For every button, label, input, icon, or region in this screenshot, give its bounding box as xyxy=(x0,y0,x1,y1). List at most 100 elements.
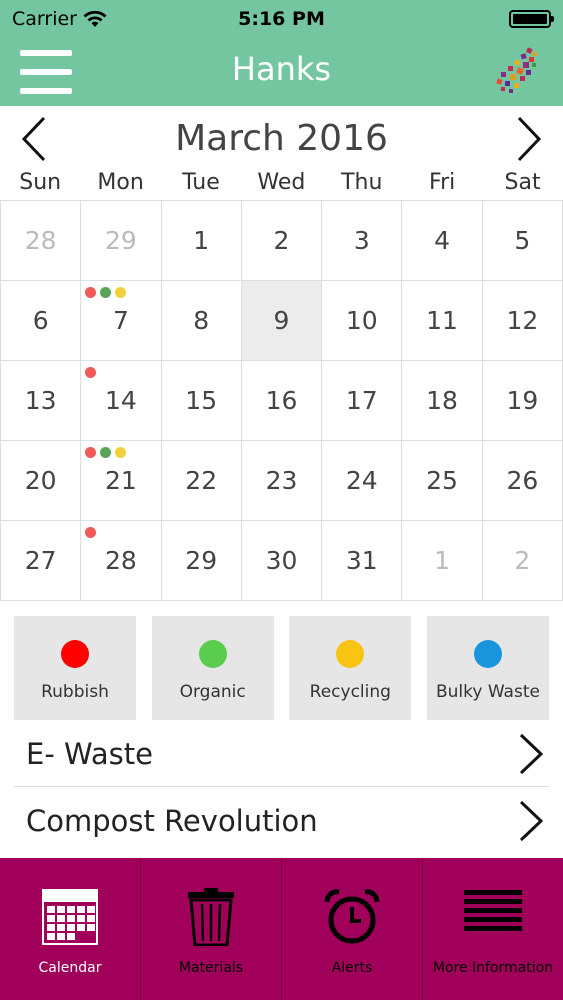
calendar-day[interactable]: 23 xyxy=(241,441,323,521)
calendar-day[interactable]: 20 xyxy=(1,441,82,521)
calendar-day[interactable]: 12 xyxy=(482,281,563,361)
day-number: 15 xyxy=(185,386,218,415)
compost-revolution-row[interactable]: Compost Revolution xyxy=(14,788,549,854)
calendar-day[interactable]: 27 xyxy=(1,521,82,601)
calendar-day[interactable]: 31 xyxy=(322,521,403,601)
legend-item-rubbish[interactable]: Rubbish xyxy=(14,616,136,720)
calendar-day[interactable]: 1 xyxy=(402,521,483,601)
collection-dot xyxy=(85,287,97,298)
weekday-label: Fri xyxy=(429,170,456,195)
calendar-day[interactable]: 8 xyxy=(161,281,242,361)
day-number: 10 xyxy=(345,306,378,335)
nav-title: Hanks xyxy=(231,50,332,88)
calendar-day[interactable]: 11 xyxy=(402,281,483,361)
collection-dots xyxy=(85,367,97,378)
collection-dots xyxy=(85,287,127,298)
month-header: March 2016 xyxy=(0,108,563,170)
day-number: 30 xyxy=(265,546,298,575)
day-number: 26 xyxy=(506,466,539,495)
day-number: 20 xyxy=(24,466,57,495)
calendar-day[interactable]: 2 xyxy=(482,521,563,601)
day-number: 1 xyxy=(193,226,210,255)
calendar-day[interactable]: 17 xyxy=(322,361,403,441)
legend-item-organic[interactable]: Organic xyxy=(151,616,274,720)
brand-logo-icon xyxy=(496,47,537,93)
calendar-day-today[interactable]: 9 xyxy=(241,281,323,361)
day-number: 11 xyxy=(426,306,458,335)
tab-calendar-label: Calendar xyxy=(38,960,102,976)
calendar-day[interactable]: 30 xyxy=(241,521,323,601)
day-number: 14 xyxy=(105,386,137,415)
day-number: 23 xyxy=(265,466,298,495)
day-number: 2 xyxy=(514,546,531,575)
day-number: 1 xyxy=(434,546,451,575)
tab-alerts-label: Alerts xyxy=(331,960,373,976)
legend-label: Recycling xyxy=(309,682,391,702)
day-number: 28 xyxy=(105,546,137,575)
tab-materials[interactable]: Materials xyxy=(141,858,282,1000)
day-number: 31 xyxy=(345,546,378,575)
waste-legend: Rubbish Organic Recycling Bulky Waste xyxy=(14,616,549,720)
next-month-chevron-icon[interactable] xyxy=(509,114,549,164)
collection-dots xyxy=(85,447,127,458)
carrier-label: Carrier xyxy=(12,8,77,30)
collection-dot xyxy=(85,447,97,458)
weekday-label: Tue xyxy=(182,170,220,195)
calendar-day[interactable]: 25 xyxy=(402,441,483,521)
legend-item-recycling[interactable]: Recycling xyxy=(289,616,412,720)
calendar-day[interactable]: 21 xyxy=(81,441,162,521)
day-number: 7 xyxy=(112,306,129,335)
calendar-day[interactable]: 18 xyxy=(402,361,483,441)
tab-more-information[interactable]: More Information xyxy=(423,858,563,1000)
calendar-day[interactable]: 3 xyxy=(322,201,403,281)
collection-dot xyxy=(85,367,97,378)
day-number: 17 xyxy=(345,386,378,415)
collection-dot xyxy=(100,447,112,458)
day-number: 13 xyxy=(24,386,57,415)
status-left: Carrier xyxy=(12,8,107,30)
day-number: 21 xyxy=(105,466,137,495)
calendar-day[interactable]: 29 xyxy=(161,521,242,601)
e-waste-label: E- Waste xyxy=(26,736,153,771)
day-number: 8 xyxy=(193,306,210,335)
calendar-day[interactable]: 4 xyxy=(402,201,483,281)
calendar-day[interactable]: 2 xyxy=(241,201,323,281)
day-number: 5 xyxy=(514,226,531,255)
day-number: 6 xyxy=(32,306,49,335)
calendar-day[interactable]: 24 xyxy=(322,441,403,521)
calendar-day[interactable]: 26 xyxy=(482,441,563,521)
calendar-day[interactable]: 6 xyxy=(1,281,82,361)
calendar-day[interactable]: 13 xyxy=(1,361,82,441)
calendar-day[interactable]: 28 xyxy=(81,521,162,601)
legend-label: Bulky Waste xyxy=(435,682,540,702)
wifi-icon xyxy=(83,10,107,27)
calendar-day[interactable]: 19 xyxy=(482,361,563,441)
calendar-day[interactable]: 29 xyxy=(81,201,162,281)
weekday-label: Sun xyxy=(19,170,62,195)
collection-dot xyxy=(100,287,112,298)
e-waste-row[interactable]: E- Waste xyxy=(14,721,549,787)
tab-alerts[interactable]: Alerts xyxy=(282,858,423,1000)
day-number: 12 xyxy=(506,306,539,335)
compost-revolution-label: Compost Revolution xyxy=(26,804,318,838)
calendar-day[interactable]: 22 xyxy=(161,441,242,521)
legend-label: Organic xyxy=(179,682,246,702)
calendar-day[interactable]: 7 xyxy=(81,281,162,361)
calendar-day[interactable]: 28 xyxy=(1,201,82,281)
tab-more-information-label: More Information xyxy=(432,960,554,976)
collection-dot xyxy=(115,287,127,298)
calendar-day[interactable]: 16 xyxy=(241,361,323,441)
calendar-day[interactable]: 1 xyxy=(161,201,242,281)
calendar-day[interactable]: 10 xyxy=(322,281,403,361)
day-number: 16 xyxy=(265,386,298,415)
calendar-day[interactable]: 14 xyxy=(81,361,162,441)
legend-item-bulky-waste[interactable]: Bulky Waste xyxy=(426,616,549,720)
tab-calendar[interactable]: Calendar xyxy=(0,858,141,1000)
collection-dot xyxy=(115,447,127,458)
month-title: March 2016 xyxy=(175,118,388,159)
day-number: 22 xyxy=(185,466,218,495)
day-number: 29 xyxy=(185,546,218,575)
calendar-day[interactable]: 15 xyxy=(161,361,242,441)
calendar-day[interactable]: 5 xyxy=(482,201,563,281)
calendar-icon xyxy=(42,889,98,945)
